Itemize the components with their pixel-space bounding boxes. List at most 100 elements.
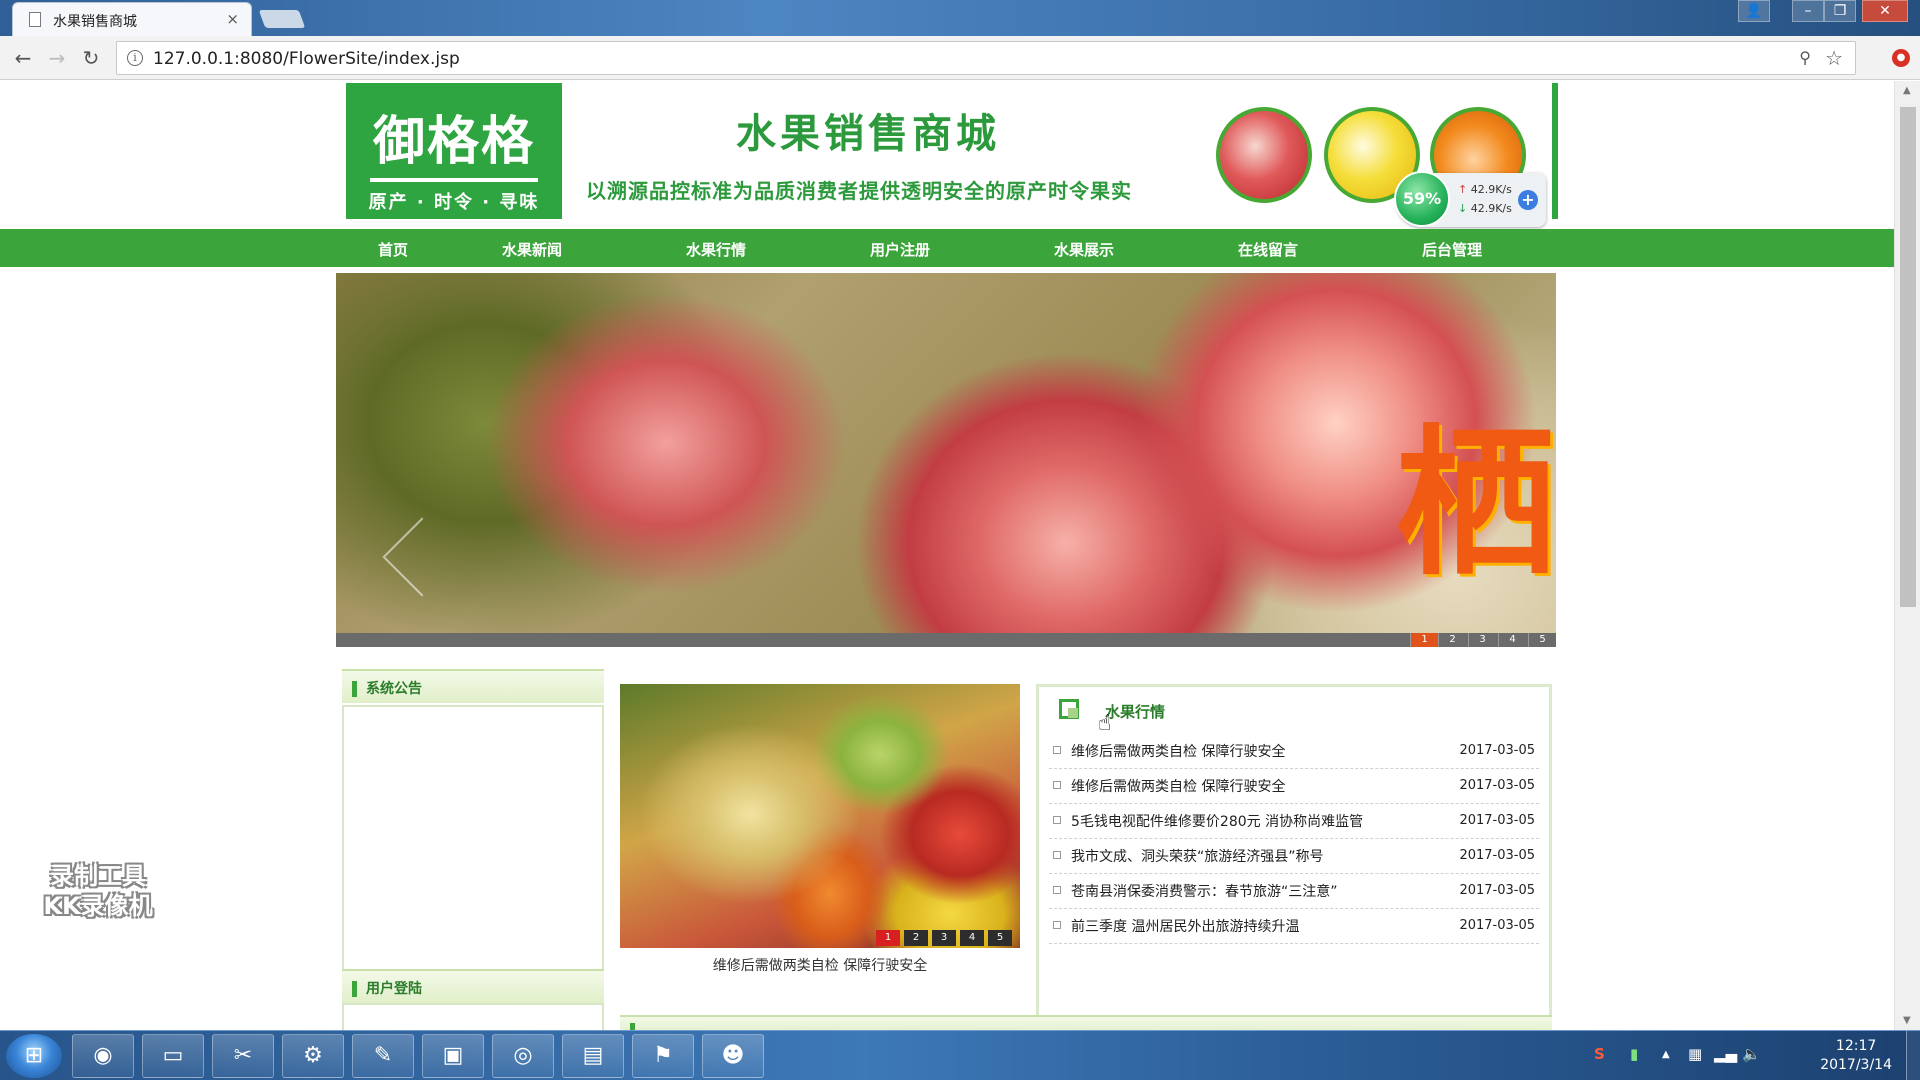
bullet-icon: [1053, 921, 1061, 929]
network-icon[interactable]: ▦: [1688, 1045, 1702, 1063]
list-item-title[interactable]: 5毛钱电视配件维修要价280元 消协称尚难监管: [1071, 811, 1363, 831]
recorder-taskbar-icon[interactable]: ☻: [702, 1034, 764, 1078]
upload-arrow-icon: ↑: [1458, 183, 1468, 196]
list-item-date: 2017-03-05: [1459, 918, 1535, 933]
forward-button[interactable]: →: [44, 46, 70, 70]
nav-fruit-news[interactable]: 水果新闻: [502, 239, 562, 260]
nav-guestbook[interactable]: 在线留言: [1238, 239, 1298, 260]
nav-admin[interactable]: 后台管理: [1422, 239, 1482, 260]
notice-panel-body: [342, 705, 604, 1005]
login-panel-title: 用户登陆: [366, 981, 422, 997]
list-item-title[interactable]: 前三季度 温州居民外出旅游持续升温: [1071, 916, 1299, 936]
scrollbar-thumb[interactable]: [1900, 107, 1916, 607]
battery-icon[interactable]: ▮: [1630, 1045, 1638, 1063]
news-page-4[interactable]: 4: [960, 930, 984, 946]
header-accent-bar: [1552, 83, 1558, 219]
news-slider-image[interactable]: [620, 684, 1020, 948]
key-icon[interactable]: ⚲: [1799, 48, 1811, 67]
list-item-date: 2017-03-05: [1459, 848, 1535, 863]
upload-speed: ↑ 42.9K/s: [1458, 183, 1512, 196]
page-scrollbar[interactable]: ▲ ▼: [1894, 81, 1920, 1030]
address-toolbar: ← → ↻ i 127.0.0.1:8080/FlowerSite/index.…: [0, 36, 1920, 80]
banner-page-2[interactable]: 2: [1438, 633, 1466, 647]
nav-fruit-showcase[interactable]: 水果展示: [1054, 239, 1114, 260]
network-speed-widget[interactable]: 59% ↑ 42.9K/s ↓ 42.9K/s +: [1394, 171, 1546, 227]
recorder-watermark: 录制工具 KK录像机: [28, 861, 168, 921]
signal-icon[interactable]: ▂▄: [1714, 1045, 1737, 1063]
bullet-icon: [1053, 746, 1061, 754]
restore-button[interactable]: ❐: [1824, 0, 1856, 22]
flag-taskbar-icon[interactable]: ⚑: [632, 1034, 694, 1078]
extension-icon[interactable]: ●: [1892, 49, 1910, 67]
system-tray: S ▮ ▲ ▦ ▂▄ 🔈 12:17 2017/3/14: [1590, 1031, 1920, 1080]
banner-page-3[interactable]: 3: [1468, 633, 1496, 647]
site-logo[interactable]: 御格格 原产 · 时令 · 寻味: [346, 83, 562, 219]
login-panel-header: 用户登陆: [342, 969, 604, 1003]
next-section-header: [620, 1015, 1552, 1030]
bullet-icon: [1053, 851, 1061, 859]
settings-taskbar-icon[interactable]: ⚙: [282, 1034, 344, 1078]
bookmark-star-icon[interactable]: ☆: [1825, 46, 1843, 70]
list-item[interactable]: 维修后需做两类自检 保障行驶安全 2017-03-05: [1049, 734, 1539, 769]
site-info-icon[interactable]: i: [127, 50, 143, 66]
download-arrow-icon: ↓: [1458, 202, 1468, 215]
list-item[interactable]: 维修后需做两类自检 保障行驶安全 2017-03-05: [1049, 769, 1539, 804]
list-item-title[interactable]: 维修后需做两类自检 保障行驶安全: [1071, 741, 1285, 761]
scroll-down-arrow-icon[interactable]: ▼: [1903, 1015, 1911, 1026]
netease-music-taskbar-icon[interactable]: ◎: [492, 1034, 554, 1078]
banner-text: 栖: [1395, 409, 1556, 597]
toolbox-taskbar-icon[interactable]: ▣: [422, 1034, 484, 1078]
nav-home[interactable]: 首页: [378, 239, 408, 260]
start-button[interactable]: ⊞: [6, 1034, 62, 1078]
news-page-5[interactable]: 5: [988, 930, 1012, 946]
scroll-up-arrow-icon[interactable]: ▲: [1903, 85, 1911, 96]
news-page-1[interactable]: 1: [876, 930, 900, 946]
chrome-taskbar-icon[interactable]: ◉: [72, 1034, 134, 1078]
page-icon: [29, 12, 41, 27]
section-marker: [630, 1023, 635, 1030]
list-item-title[interactable]: 苍南县消保委消费警示：春节旅游“三注意”: [1071, 881, 1338, 901]
volume-icon[interactable]: 🔈: [1742, 1045, 1761, 1063]
list-item[interactable]: 前三季度 温州居民外出旅游持续升温 2017-03-05: [1049, 909, 1539, 944]
banner-slider[interactable]: 栖: [336, 273, 1556, 633]
tray-expand-icon[interactable]: ▲: [1662, 1049, 1670, 1060]
banner-page-4[interactable]: 4: [1498, 633, 1526, 647]
banner-page-5[interactable]: 5: [1528, 633, 1556, 647]
browser-tab[interactable]: 水果销售商城 ×: [12, 2, 252, 36]
minimize-button[interactable]: –: [1792, 0, 1824, 22]
address-bar[interactable]: i 127.0.0.1:8080/FlowerSite/index.jsp ⚲ …: [116, 41, 1856, 75]
url-text[interactable]: 127.0.0.1:8080/FlowerSite/index.jsp: [153, 49, 460, 69]
nav-register[interactable]: 用户注册: [870, 239, 930, 260]
list-item-title[interactable]: 我市文成、洞头荣获“旅游经济强县”称号: [1071, 846, 1324, 866]
speedup-plus-icon[interactable]: +: [1518, 190, 1538, 210]
browser-title-bar: 水果销售商城 × 👤 – ❐ ✕: [0, 0, 1920, 36]
new-tab-button[interactable]: [258, 10, 306, 28]
user-profile-button[interactable]: 👤: [1738, 0, 1770, 22]
explorer-taskbar-icon[interactable]: ▭: [142, 1034, 204, 1078]
editor-taskbar-icon[interactable]: ✎: [352, 1034, 414, 1078]
tools-taskbar-icon[interactable]: ✂: [212, 1034, 274, 1078]
reload-button[interactable]: ↻: [78, 46, 104, 70]
banner-page-1[interactable]: 1: [1410, 633, 1438, 647]
speed-percent: 59%: [1394, 171, 1450, 227]
nav-fruit-market[interactable]: 水果行情: [686, 239, 746, 260]
tab-close-icon[interactable]: ×: [226, 10, 239, 28]
list-item-title[interactable]: 维修后需做两类自检 保障行驶安全: [1071, 776, 1285, 796]
banner-prev-arrow-icon[interactable]: [382, 517, 462, 597]
ime-icon[interactable]: S: [1594, 1045, 1605, 1063]
back-button[interactable]: ←: [10, 46, 36, 70]
clock[interactable]: 12:17 2017/3/14: [1820, 1037, 1892, 1075]
list-item[interactable]: 我市文成、洞头荣获“旅游经济强县”称号 2017-03-05: [1049, 839, 1539, 874]
logo-divider: [370, 178, 538, 182]
site-slogan: 以溯源品控标准为品质消费者提供透明安全的原产时令果实: [586, 179, 1132, 203]
remote-taskbar-icon[interactable]: ▤: [562, 1034, 624, 1078]
news-page-3[interactable]: 3: [932, 930, 956, 946]
bullet-icon: [1053, 781, 1061, 789]
list-item[interactable]: 苍南县消保委消费警示：春节旅游“三注意” 2017-03-05: [1049, 874, 1539, 909]
news-slider-caption[interactable]: 维修后需做两类自检 保障行驶安全: [620, 955, 1020, 975]
show-desktop-button[interactable]: [1906, 1031, 1920, 1080]
list-item[interactable]: 5毛钱电视配件维修要价280元 消协称尚难监管 2017-03-05: [1049, 804, 1539, 839]
list-item-date: 2017-03-05: [1459, 778, 1535, 793]
news-page-2[interactable]: 2: [904, 930, 928, 946]
close-window-button[interactable]: ✕: [1862, 0, 1908, 22]
